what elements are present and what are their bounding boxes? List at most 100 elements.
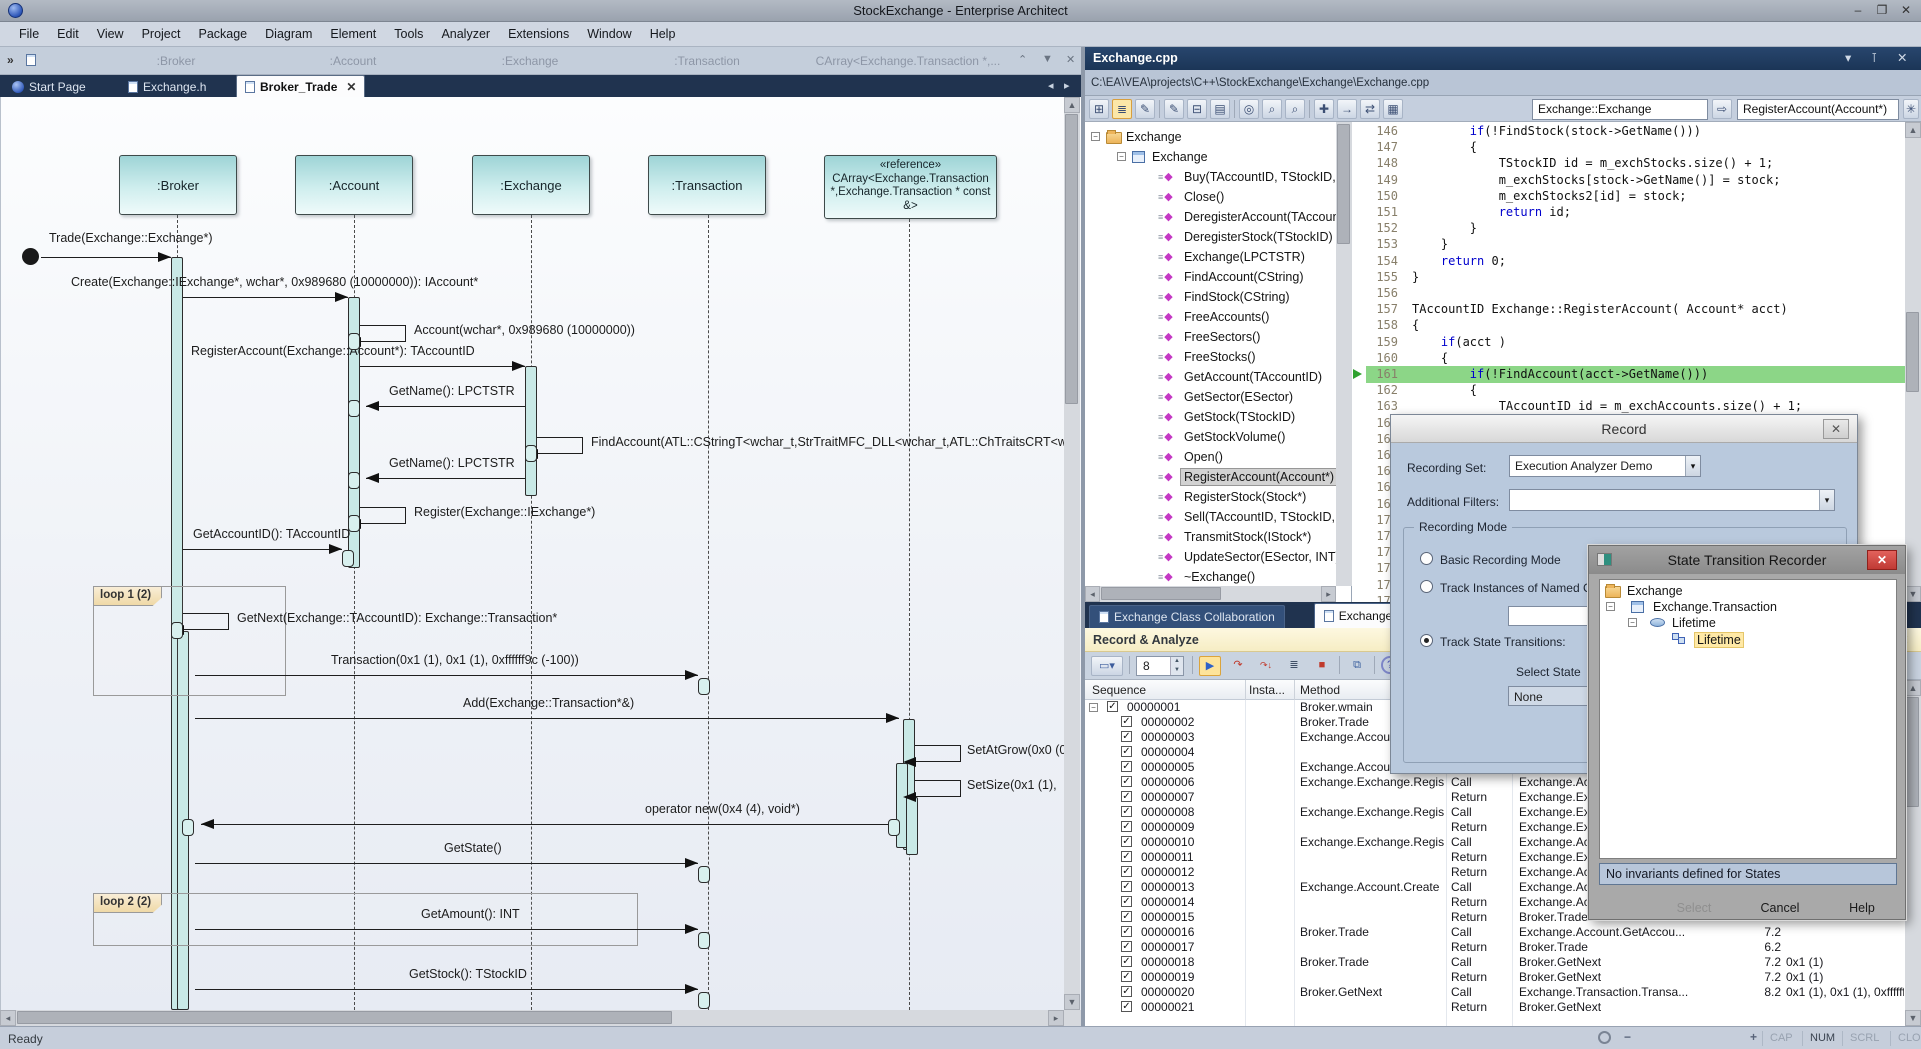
- tab-exchange-h[interactable]: Exchange.h: [120, 77, 214, 97]
- stop-button[interactable]: ■: [1311, 656, 1333, 676]
- row-checkbox[interactable]: ✓: [1121, 926, 1132, 937]
- lifeline-head-Account[interactable]: :Account: [295, 155, 413, 215]
- menu-item-project[interactable]: Project: [133, 25, 190, 43]
- row-checkbox[interactable]: ✓: [1121, 1001, 1132, 1012]
- search-next-icon[interactable]: ⌕: [1285, 99, 1305, 119]
- message-label[interactable]: SetSize(0x1 (1),: [967, 778, 1057, 792]
- minimize-button[interactable]: –: [1848, 2, 1868, 19]
- tree-item[interactable]: ◆TransmitStock(IStock*): [1085, 528, 1351, 546]
- goto-line-icon[interactable]: →: [1337, 99, 1357, 119]
- panel-pin-icon[interactable]: ⊺: [1871, 47, 1878, 70]
- row-checkbox[interactable]: ✓: [1121, 986, 1132, 997]
- lifeline-head-Broker[interactable]: :Broker: [119, 155, 237, 215]
- expander-icon[interactable]: −: [1091, 132, 1100, 141]
- row-checkbox[interactable]: ✓: [1121, 716, 1132, 727]
- structure-icon[interactable]: ⊞: [1089, 99, 1109, 119]
- message-label[interactable]: Create(Exchange::IExchange*, wchar*, 0x9…: [71, 275, 478, 289]
- state-tree-item[interactable]: −Exchange.Transaction: [1600, 599, 1896, 615]
- column-header-sequence[interactable]: Sequence: [1092, 683, 1146, 697]
- tree-item[interactable]: ◆DeregisterStock(TStockID): [1085, 228, 1351, 246]
- copy-doc-icon[interactable]: ⊟: [1187, 99, 1207, 119]
- menu-item-tools[interactable]: Tools: [385, 25, 432, 43]
- tree-item[interactable]: ◆FreeAccounts(): [1085, 308, 1351, 326]
- tree-item[interactable]: ◆GetStock(TStockID): [1085, 408, 1351, 426]
- record-button[interactable]: ▶: [1199, 656, 1221, 676]
- tree-item[interactable]: ◆GetStockVolume(): [1085, 428, 1351, 446]
- table-row[interactable]: ✓00000017ReturnBroker.Trade6.2: [1085, 940, 1905, 955]
- message-label[interactable]: GetName(): LPCTSTR: [389, 384, 515, 398]
- help-button[interactable]: Help: [1827, 901, 1897, 915]
- recording-set-combo[interactable]: Execution Analyzer Demo ▾: [1509, 455, 1701, 477]
- menu-item-help[interactable]: Help: [641, 25, 685, 43]
- step-over-button[interactable]: ↷: [1227, 656, 1249, 676]
- diagram-hscrollbar[interactable]: ◂ ▸: [0, 1010, 1064, 1026]
- column-separator[interactable]: [1294, 680, 1295, 700]
- tree-item[interactable]: ◆Sell(TAccountID, TStockID, UI: [1085, 508, 1351, 526]
- zoom-out-icon[interactable]: −: [1624, 1030, 1631, 1044]
- tree-item[interactable]: ◆UpdateSector(ESector, INT): [1085, 548, 1351, 566]
- tab-close-icon[interactable]: ✕: [346, 80, 356, 94]
- table-row[interactable]: ✓00000019ReturnBroker.GetNext7.20x1 (1): [1085, 970, 1905, 985]
- message-label[interactable]: Transaction(0x1 (1), 0x1 (1), 0xffffff9c…: [331, 653, 579, 667]
- tree-item[interactable]: ◆Exchange(LPCTSTR): [1085, 248, 1351, 266]
- tree-item[interactable]: ◆GetAccount(TAccountID): [1085, 368, 1351, 386]
- column-header-method[interactable]: Method: [1300, 683, 1340, 697]
- tab-scroll-right-icon[interactable]: ▸: [1064, 79, 1070, 92]
- tree-item[interactable]: −Exchange: [1085, 148, 1351, 166]
- state-transitions-radio[interactable]: [1420, 634, 1433, 647]
- recorder-combo-icon[interactable]: ▭▾: [1091, 656, 1123, 676]
- lifebar-button-2[interactable]: ✕: [1066, 53, 1075, 66]
- tab-broker-trade[interactable]: Broker_Trade✕: [236, 75, 365, 97]
- list-icon[interactable]: ≣: [1112, 99, 1132, 119]
- class-combo[interactable]: Exchange::Exchange: [1532, 99, 1708, 120]
- expander-icon[interactable]: −: [1117, 152, 1126, 161]
- record-dialog-close-button[interactable]: ✕: [1823, 419, 1849, 439]
- menu-item-analyzer[interactable]: Analyzer: [432, 25, 499, 43]
- search-doc-icon[interactable]: ⌕: [1262, 99, 1282, 119]
- row-checkbox[interactable]: ✓: [1121, 806, 1132, 817]
- panel-collapse-icon[interactable]: ▾: [1845, 47, 1851, 70]
- message-label[interactable]: RegisterAccount(Exchange::Account*): TAc…: [191, 344, 475, 358]
- message-label[interactable]: Account(wchar*, 0x989680 (10000000)): [414, 323, 635, 337]
- row-checkbox[interactable]: ✓: [1121, 911, 1132, 922]
- db-sync-icon[interactable]: ⇄: [1360, 99, 1380, 119]
- menu-item-element[interactable]: Element: [321, 25, 385, 43]
- message-label[interactable]: GetStock(): TStockID: [409, 967, 527, 981]
- table-vscrollbar[interactable]: ▲ ▼: [1905, 680, 1921, 1026]
- row-checkbox[interactable]: ✓: [1121, 881, 1132, 892]
- tree-item[interactable]: ◆FreeSectors(): [1085, 328, 1351, 346]
- properties-icon[interactable]: ✎: [1135, 99, 1155, 119]
- copy-button[interactable]: ⧉: [1346, 656, 1368, 676]
- cancel-button[interactable]: Cancel: [1745, 901, 1815, 915]
- chevron-down-icon[interactable]: ▾: [1819, 490, 1834, 510]
- table-row[interactable]: ✓00000018Broker.TradeCallBroker.GetNext7…: [1085, 955, 1905, 970]
- panel-close-icon[interactable]: ✕: [1897, 47, 1907, 70]
- lifebar-button-0[interactable]: ⌃: [1018, 53, 1027, 66]
- table-row[interactable]: ✓00000020Broker.GetNextCallExchange.Tran…: [1085, 985, 1905, 1000]
- lifebar-button-1[interactable]: ▼: [1042, 53, 1053, 65]
- filters-combo[interactable]: ▾: [1509, 489, 1835, 511]
- tree-item[interactable]: ◆GetSector(ESector): [1085, 388, 1351, 406]
- tree-item[interactable]: ◆FreeStocks(): [1085, 348, 1351, 366]
- row-checkbox[interactable]: ✓: [1121, 851, 1132, 862]
- state-tree-item[interactable]: Exchange: [1600, 583, 1896, 599]
- message-label[interactable]: Trade(Exchange::Exchange*): [49, 231, 213, 245]
- analyzer-tree[interactable]: −Exchange−Exchange◆Buy(TAccountID, TStoc…: [1085, 122, 1352, 602]
- tree-item[interactable]: ◆~Exchange(): [1085, 568, 1351, 586]
- row-checkbox[interactable]: ✓: [1121, 836, 1132, 847]
- menu-item-package[interactable]: Package: [189, 25, 256, 43]
- table-row[interactable]: ✓00000016Broker.TradeCallExchange.Accoun…: [1085, 925, 1905, 940]
- menu-item-extensions[interactable]: Extensions: [499, 25, 578, 43]
- maximize-button[interactable]: ❐: [1872, 2, 1892, 19]
- message-label[interactable]: SetAtGrow(0x0 (0: [967, 743, 1066, 757]
- row-checkbox[interactable]: ✓: [1121, 791, 1132, 802]
- basic-mode-radio[interactable]: [1420, 552, 1433, 565]
- row-checkbox[interactable]: ✓: [1121, 731, 1132, 742]
- zoom-reset-icon[interactable]: [1598, 1031, 1611, 1044]
- tree-item[interactable]: ◆Close(): [1085, 188, 1351, 206]
- lifeline-toolbar-label[interactable]: :Transaction: [674, 54, 740, 68]
- tree-item[interactable]: ◆Open(): [1085, 448, 1351, 466]
- row-checkbox[interactable]: ✓: [1107, 701, 1118, 712]
- analyzer-icon[interactable]: ✚: [1314, 99, 1334, 119]
- message-label[interactable]: Add(Exchange::Transaction*&): [463, 696, 634, 710]
